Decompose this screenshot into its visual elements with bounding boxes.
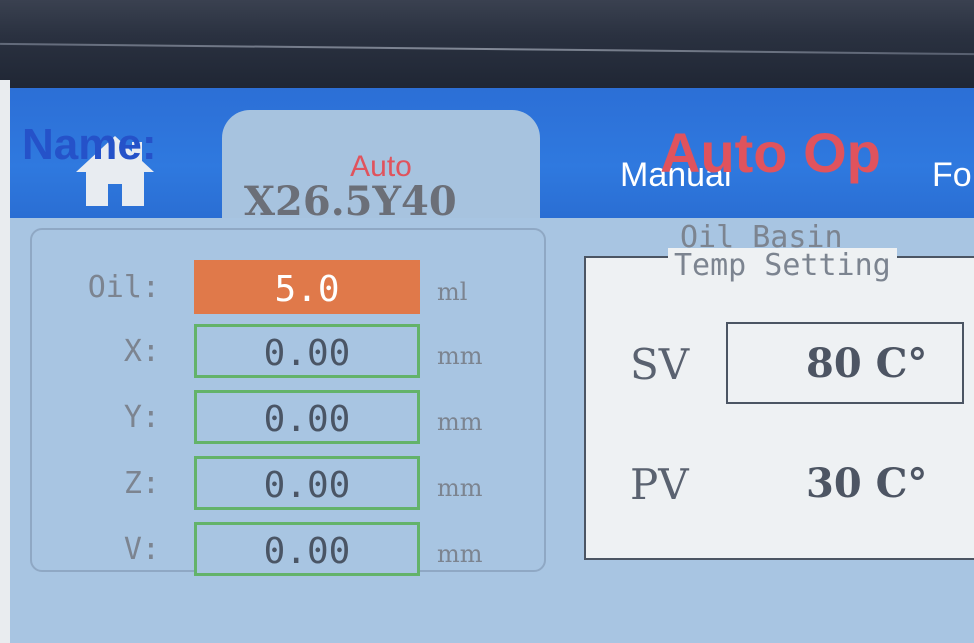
- v-field[interactable]: 0.00: [194, 522, 420, 576]
- param-label: Z:: [123, 466, 160, 501]
- param-row-z: Z: 0.00 mm: [32, 456, 544, 516]
- param-unit: ml: [437, 278, 468, 306]
- y-field[interactable]: 0.00: [194, 390, 420, 444]
- param-label: Oil:: [87, 270, 160, 305]
- left-frame: [0, 80, 10, 643]
- oil-field[interactable]: 5.0: [194, 260, 420, 314]
- x-field[interactable]: 0.00: [194, 324, 420, 378]
- params-panel: Oil: 5.0 ml X: 0.00 mm Y: 0.00 mm Z: 0.0…: [30, 228, 546, 576]
- sv-label: SV: [630, 340, 690, 389]
- param-unit: mm: [437, 540, 483, 568]
- param-unit: mm: [437, 474, 483, 502]
- param-label: V:: [123, 532, 160, 567]
- param-row-v: V: 0.00 mm: [32, 522, 544, 582]
- program-name: X26.5Y40: [244, 178, 457, 225]
- param-label: X:: [123, 334, 160, 369]
- pv-value: 30 C°: [806, 460, 928, 507]
- param-unit: mm: [437, 342, 483, 370]
- param-unit: mm: [437, 408, 483, 436]
- sv-value: 80 C°: [806, 340, 928, 387]
- name-label: Name:: [22, 120, 157, 169]
- param-label: Y:: [123, 400, 160, 435]
- auto-operation-title: Auto Op: [660, 121, 881, 184]
- tab-next[interactable]: Fo: [932, 156, 972, 195]
- temp-setting-title: Temp Setting: [668, 248, 897, 283]
- z-field[interactable]: 0.00: [194, 456, 420, 510]
- param-row-y: Y: 0.00 mm: [32, 390, 544, 450]
- pv-label: PV: [630, 460, 689, 509]
- param-row-oil: Oil: 5.0 ml: [32, 260, 544, 320]
- param-row-x: X: 0.00 mm: [32, 324, 544, 384]
- temp-setting-box: [584, 256, 974, 560]
